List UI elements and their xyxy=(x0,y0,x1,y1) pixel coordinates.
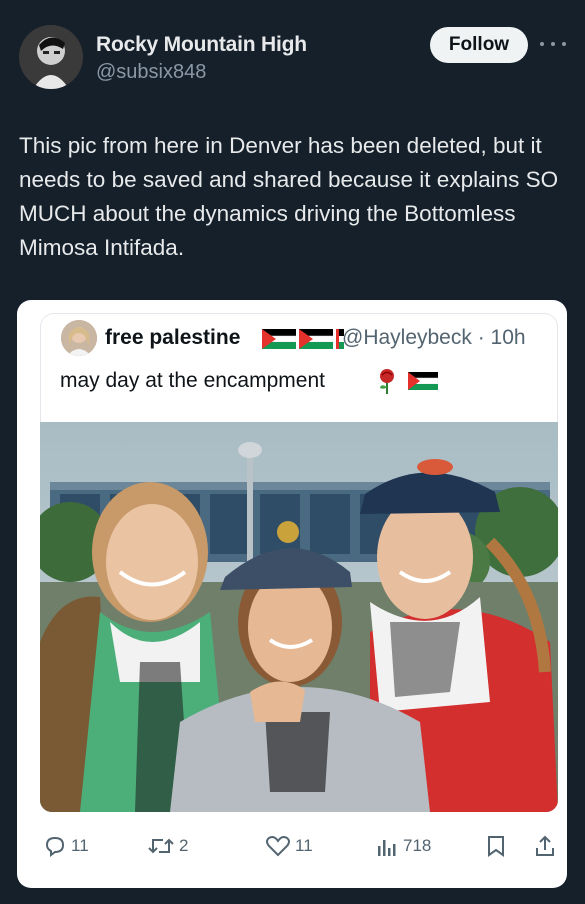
share-action[interactable] xyxy=(534,834,556,858)
tweet-photo[interactable] xyxy=(40,422,558,812)
quoted-author-name[interactable]: free palestine xyxy=(105,326,240,350)
reply-icon xyxy=(45,836,65,857)
repost-count: 2 xyxy=(179,836,189,855)
views-count: 718 xyxy=(403,836,432,855)
author-handle[interactable]: @subsix848 xyxy=(96,61,206,84)
repost-icon xyxy=(148,838,174,854)
views-action[interactable]: 718 xyxy=(375,834,431,858)
action-bar: 11 2 11 718 xyxy=(17,824,567,870)
tweet-header: Rocky Mountain High @subsix848 Follow xyxy=(0,0,585,100)
author-avatar[interactable] xyxy=(19,25,83,89)
palestine-flags xyxy=(262,329,344,349)
follow-button[interactable]: Follow xyxy=(430,27,528,63)
bookmark-icon xyxy=(488,836,504,857)
tweet-text: This pic from here in Denver has been de… xyxy=(19,133,559,260)
reply-action[interactable]: 11 xyxy=(43,834,89,858)
bookmark-action[interactable] xyxy=(485,834,507,858)
quoted-text: may day at the encampment xyxy=(60,369,325,392)
share-icon xyxy=(536,835,554,856)
views-icon xyxy=(378,840,396,856)
repost-action[interactable]: 2 xyxy=(147,834,188,858)
quoted-tweet[interactable]: free palestine @Hayleybeck · 10h may day xyxy=(40,313,558,423)
palestine-flag-icon xyxy=(408,372,438,390)
tweet-media-card[interactable]: free palestine @Hayleybeck · 10h may day xyxy=(17,300,567,888)
author-name[interactable]: Rocky Mountain High xyxy=(96,33,307,57)
quoted-emojis xyxy=(376,368,438,394)
quoted-handle-time[interactable]: @Hayleybeck · 10h xyxy=(342,326,526,350)
like-icon xyxy=(266,836,290,857)
reply-count: 11 xyxy=(71,836,89,855)
quoted-avatar[interactable] xyxy=(61,320,97,356)
more-icon[interactable] xyxy=(540,37,566,51)
rose-icon xyxy=(380,369,394,394)
like-count: 11 xyxy=(295,836,313,855)
palestine-flag-icon xyxy=(299,329,333,349)
like-action[interactable]: 11 xyxy=(265,834,313,858)
palestine-flag-icon xyxy=(262,329,296,349)
